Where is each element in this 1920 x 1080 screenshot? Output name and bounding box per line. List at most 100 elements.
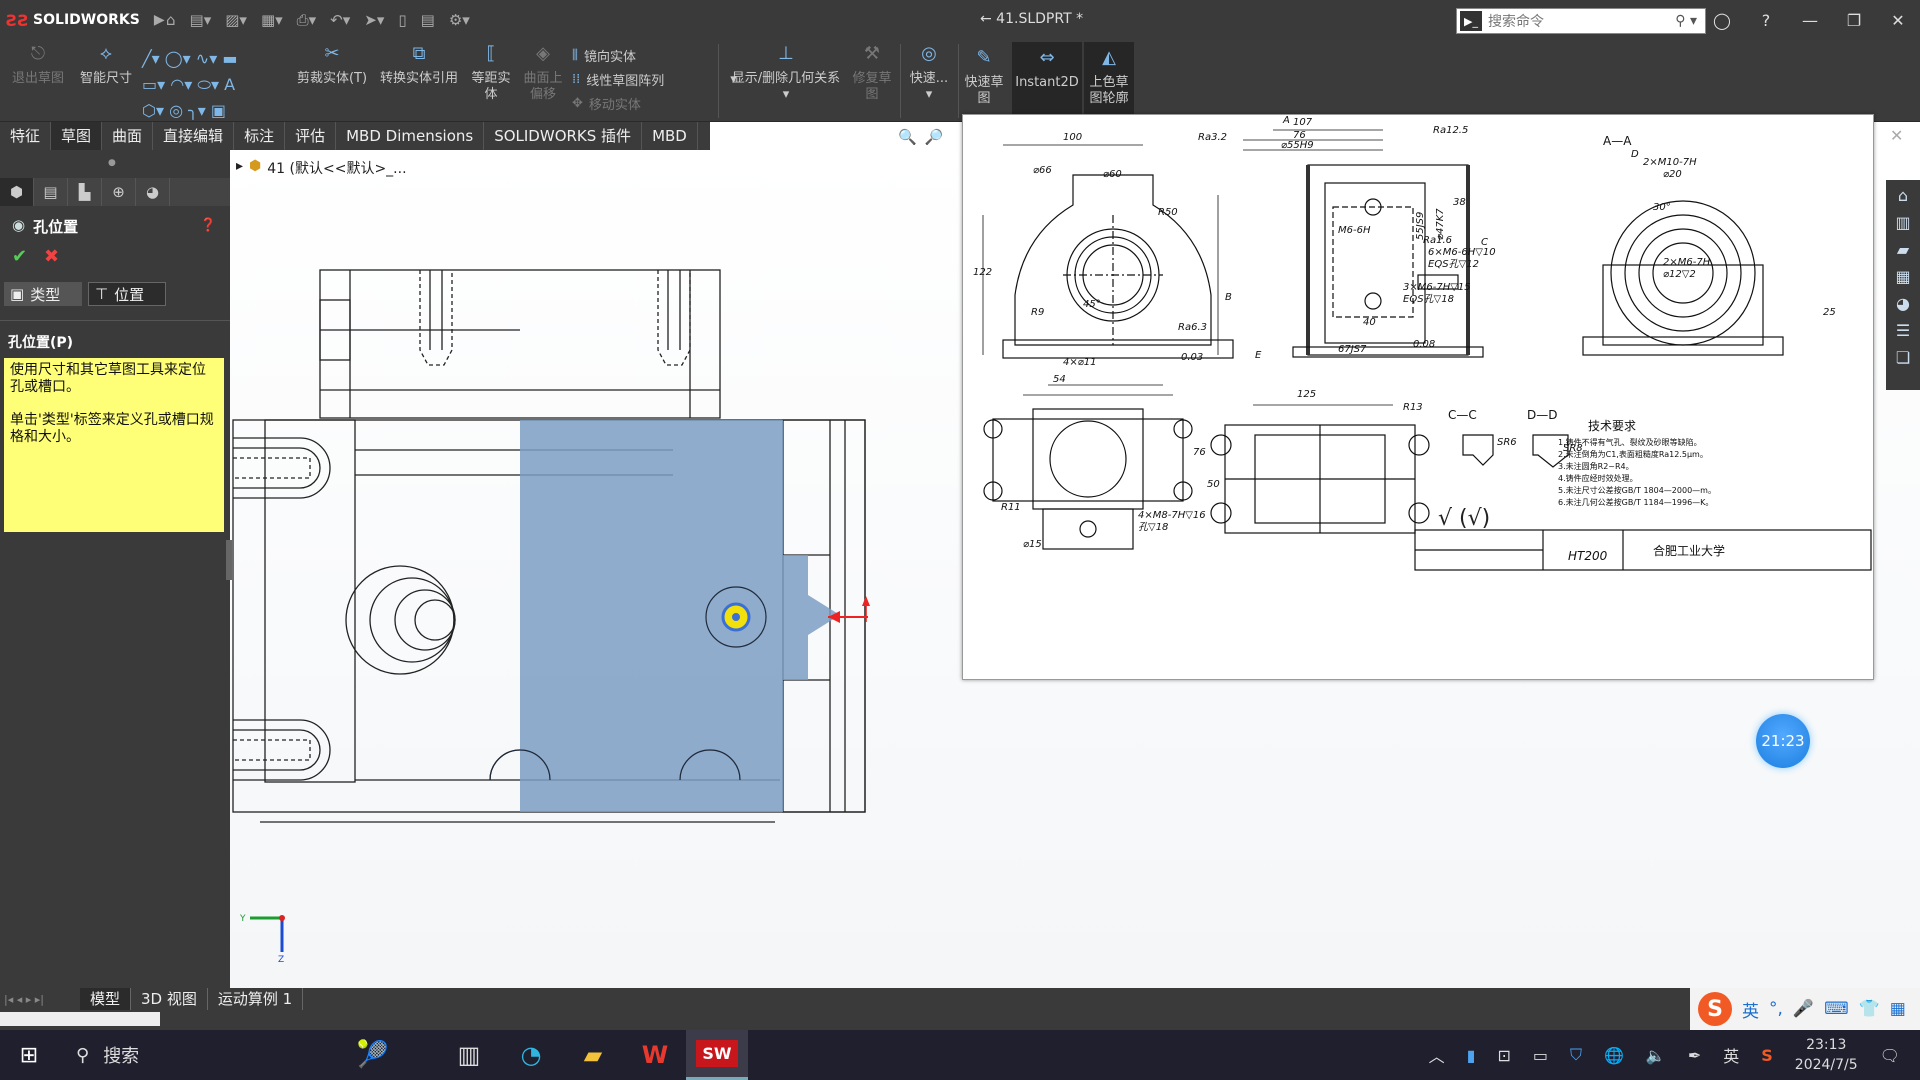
pen-icon[interactable]: ✒	[1688, 1046, 1701, 1065]
tab-markup[interactable]: 标注	[234, 122, 286, 150]
command-search-box[interactable]: ▶_ 搜索命令 ⚲ ▾	[1456, 8, 1706, 34]
instant2d-button[interactable]: ⇔ Instant2D	[1012, 49, 1082, 91]
tab-3d-views[interactable]: 3D 视图	[131, 988, 208, 1010]
cancel-x-button[interactable]: ✖	[44, 246, 59, 267]
display-relations-button[interactable]: ⊥ 显示/删除几何关系 ▾	[724, 45, 848, 103]
slot-icon[interactable]: ▬	[222, 49, 237, 68]
close-reference-icon[interactable]: ✕	[1890, 126, 1903, 145]
tab-motion-study-1[interactable]: 运动算例 1	[208, 988, 304, 1010]
minimize-button[interactable]: —	[1788, 11, 1832, 30]
restore-button[interactable]: ❐	[1832, 11, 1876, 30]
ok-checkmark-button[interactable]: ✔	[12, 246, 27, 267]
solidworks-resources-icon[interactable]: ⌂	[1898, 186, 1908, 205]
onedrive-icon[interactable]: ▮	[1467, 1046, 1476, 1065]
mirror-entities-button[interactable]: ⫼ 镜向实体	[572, 46, 636, 65]
zoom-area-icon[interactable]: 🔎	[925, 128, 944, 146]
tab-mbd[interactable]: MBD	[642, 122, 698, 150]
configuration-manager-tab-icon[interactable]: ▙	[68, 178, 102, 206]
select-icon[interactable]: ➤▾	[364, 11, 384, 29]
circle-icon[interactable]: ◯▾	[165, 49, 191, 68]
feature-tree-root[interactable]: ▸ ⬢ 41 (默认<<默认>_...	[236, 158, 407, 178]
custom-properties-icon[interactable]: ☰	[1896, 321, 1910, 340]
keyboard-icon[interactable]: ⌨	[1824, 999, 1849, 1019]
tab-type[interactable]: ▣ 类型	[4, 282, 82, 306]
toolbox-icon[interactable]: ▦	[1890, 999, 1906, 1019]
arc-icon[interactable]: ◠▾	[170, 75, 192, 94]
fillet-icon[interactable]: ╮▾	[188, 101, 206, 120]
wps-office-icon[interactable]: W	[624, 1030, 686, 1080]
offset-on-surface-button[interactable]: ◈ 曲面上 偏移	[518, 45, 568, 103]
notifications-icon[interactable]: 🗨	[1880, 1046, 1900, 1065]
search-highlight-icon[interactable]: 🎾	[308, 1040, 438, 1070]
tab-scroll-arrows[interactable]: |◂ ◂ ▸ ▸|	[0, 993, 80, 1006]
text-icon[interactable]: A	[224, 75, 235, 94]
tab-surfaces[interactable]: 曲面	[102, 122, 154, 150]
defender-shield-icon[interactable]: ⛉	[1570, 1045, 1582, 1065]
globe-network-icon[interactable]: 🌐	[1604, 1046, 1624, 1065]
tab-evaluate[interactable]: 评估	[285, 122, 337, 150]
save-icon[interactable]: ▦▾	[261, 11, 283, 29]
move-entities-button[interactable]: ✥ 移动实体	[572, 94, 641, 113]
tab-direct-editing[interactable]: 直接编辑	[153, 122, 235, 150]
offset-entities-button[interactable]: ⟦ 等距实 体	[466, 45, 516, 103]
exit-sketch-button[interactable]: ⎋ 退出草图	[8, 45, 68, 87]
tab-position[interactable]: ⊤ 位置	[88, 282, 166, 306]
floating-clock-widget[interactable]: 21:23	[1756, 714, 1810, 768]
point-icon[interactable]: ◎	[169, 101, 183, 120]
file-properties-icon[interactable]: ▤	[421, 11, 435, 29]
trim-entities-button[interactable]: ✂ 剪裁实体(T)	[292, 45, 372, 87]
quick-snaps-button[interactable]: ◎ 快速... ▾	[904, 45, 954, 103]
linear-pattern-button[interactable]: ⁞⁞ 线性草图阵列 ▾	[572, 70, 737, 89]
home-icon[interactable]: ⌂	[166, 11, 176, 29]
taskbar-clock[interactable]: 23:13 2024/7/5	[1795, 1035, 1858, 1075]
help-icon[interactable]: ?	[1744, 11, 1788, 30]
battery-icon[interactable]: ▭	[1533, 1046, 1548, 1065]
expand-arrow-icon[interactable]: ▸	[236, 158, 243, 178]
repair-sketch-button[interactable]: ⚒ 修复草 图	[850, 45, 894, 103]
task-view-icon[interactable]: ▥	[438, 1030, 500, 1080]
shaded-sketch-contours-button[interactable]: ◭ 上色草 图轮廓	[1084, 49, 1134, 107]
tab-mbd-dimensions[interactable]: MBD Dimensions	[336, 122, 485, 150]
panel-collapse-handle[interactable]	[226, 540, 232, 580]
file-explorer-icon[interactable]: ▰	[562, 1030, 624, 1080]
rebuild-icon[interactable]: ▯	[398, 11, 406, 29]
tab-features[interactable]: 特征	[0, 122, 52, 150]
undo-icon[interactable]: ↶▾	[330, 11, 350, 29]
help-icon[interactable]: ❓	[200, 218, 216, 233]
network-monitor-icon[interactable]: ⊡	[1497, 1046, 1510, 1065]
line-icon[interactable]: ╱▾	[142, 49, 160, 68]
dimxpert-manager-tab-icon[interactable]: ⊕	[102, 178, 136, 206]
sogou-tray-icon[interactable]: S	[1761, 1046, 1773, 1065]
solidworks-taskbar-icon[interactable]: SW	[686, 1030, 748, 1080]
edge-browser-icon[interactable]: ◔	[500, 1030, 562, 1080]
plane-icon[interactable]: ▣	[211, 101, 226, 120]
spline-icon[interactable]: ∿▾	[196, 49, 217, 68]
smart-dimension-button[interactable]: ⟡ 智能尺寸	[74, 45, 138, 87]
tab-model[interactable]: 模型	[80, 988, 132, 1010]
file-explorer-icon[interactable]: ▰	[1897, 240, 1909, 259]
solidworks-forum-icon[interactable]: ❏	[1896, 348, 1910, 367]
zoom-to-fit-icon[interactable]: 🔍	[898, 128, 917, 146]
property-manager-tab-icon[interactable]: ▤	[34, 178, 68, 206]
tab-solidworks-addins[interactable]: SOLIDWORKS 插件	[484, 122, 643, 150]
design-library-icon[interactable]: ▥	[1895, 213, 1910, 232]
microphone-icon[interactable]: 🎤	[1793, 999, 1814, 1019]
rapid-sketch-button[interactable]: ✎ 快速草 图	[960, 49, 1008, 107]
ellipse-icon[interactable]: ⬭▾	[197, 75, 219, 94]
options-gear-icon[interactable]: ⚙▾	[449, 11, 470, 29]
solidworks-logo[interactable]: ƧƧ SOLIDWORKS ▶	[6, 11, 165, 30]
skin-icon[interactable]: 👕	[1859, 999, 1880, 1019]
user-icon[interactable]: ◯	[1700, 11, 1744, 30]
volume-icon[interactable]: 🔈	[1646, 1046, 1666, 1065]
taskbar-search-box[interactable]: ⚲ 搜索	[58, 1030, 308, 1080]
polygon-icon[interactable]: ⬡▾	[142, 101, 164, 120]
ime-language-label[interactable]: 英	[1742, 997, 1759, 1022]
rectangle-icon[interactable]: ▭▾	[142, 75, 165, 94]
view-palette-icon[interactable]: ▦	[1895, 267, 1910, 286]
search-icon[interactable]: ⚲ ▾	[1675, 13, 1697, 29]
convert-entities-button[interactable]: ⧉ 转换实体引用	[374, 45, 464, 87]
input-language-label[interactable]: 英	[1723, 1043, 1739, 1067]
punctuation-icon[interactable]: °,	[1769, 999, 1783, 1019]
open-file-icon[interactable]: ▨▾	[225, 11, 247, 29]
panel-splitter-icon[interactable]: ●	[108, 158, 116, 168]
